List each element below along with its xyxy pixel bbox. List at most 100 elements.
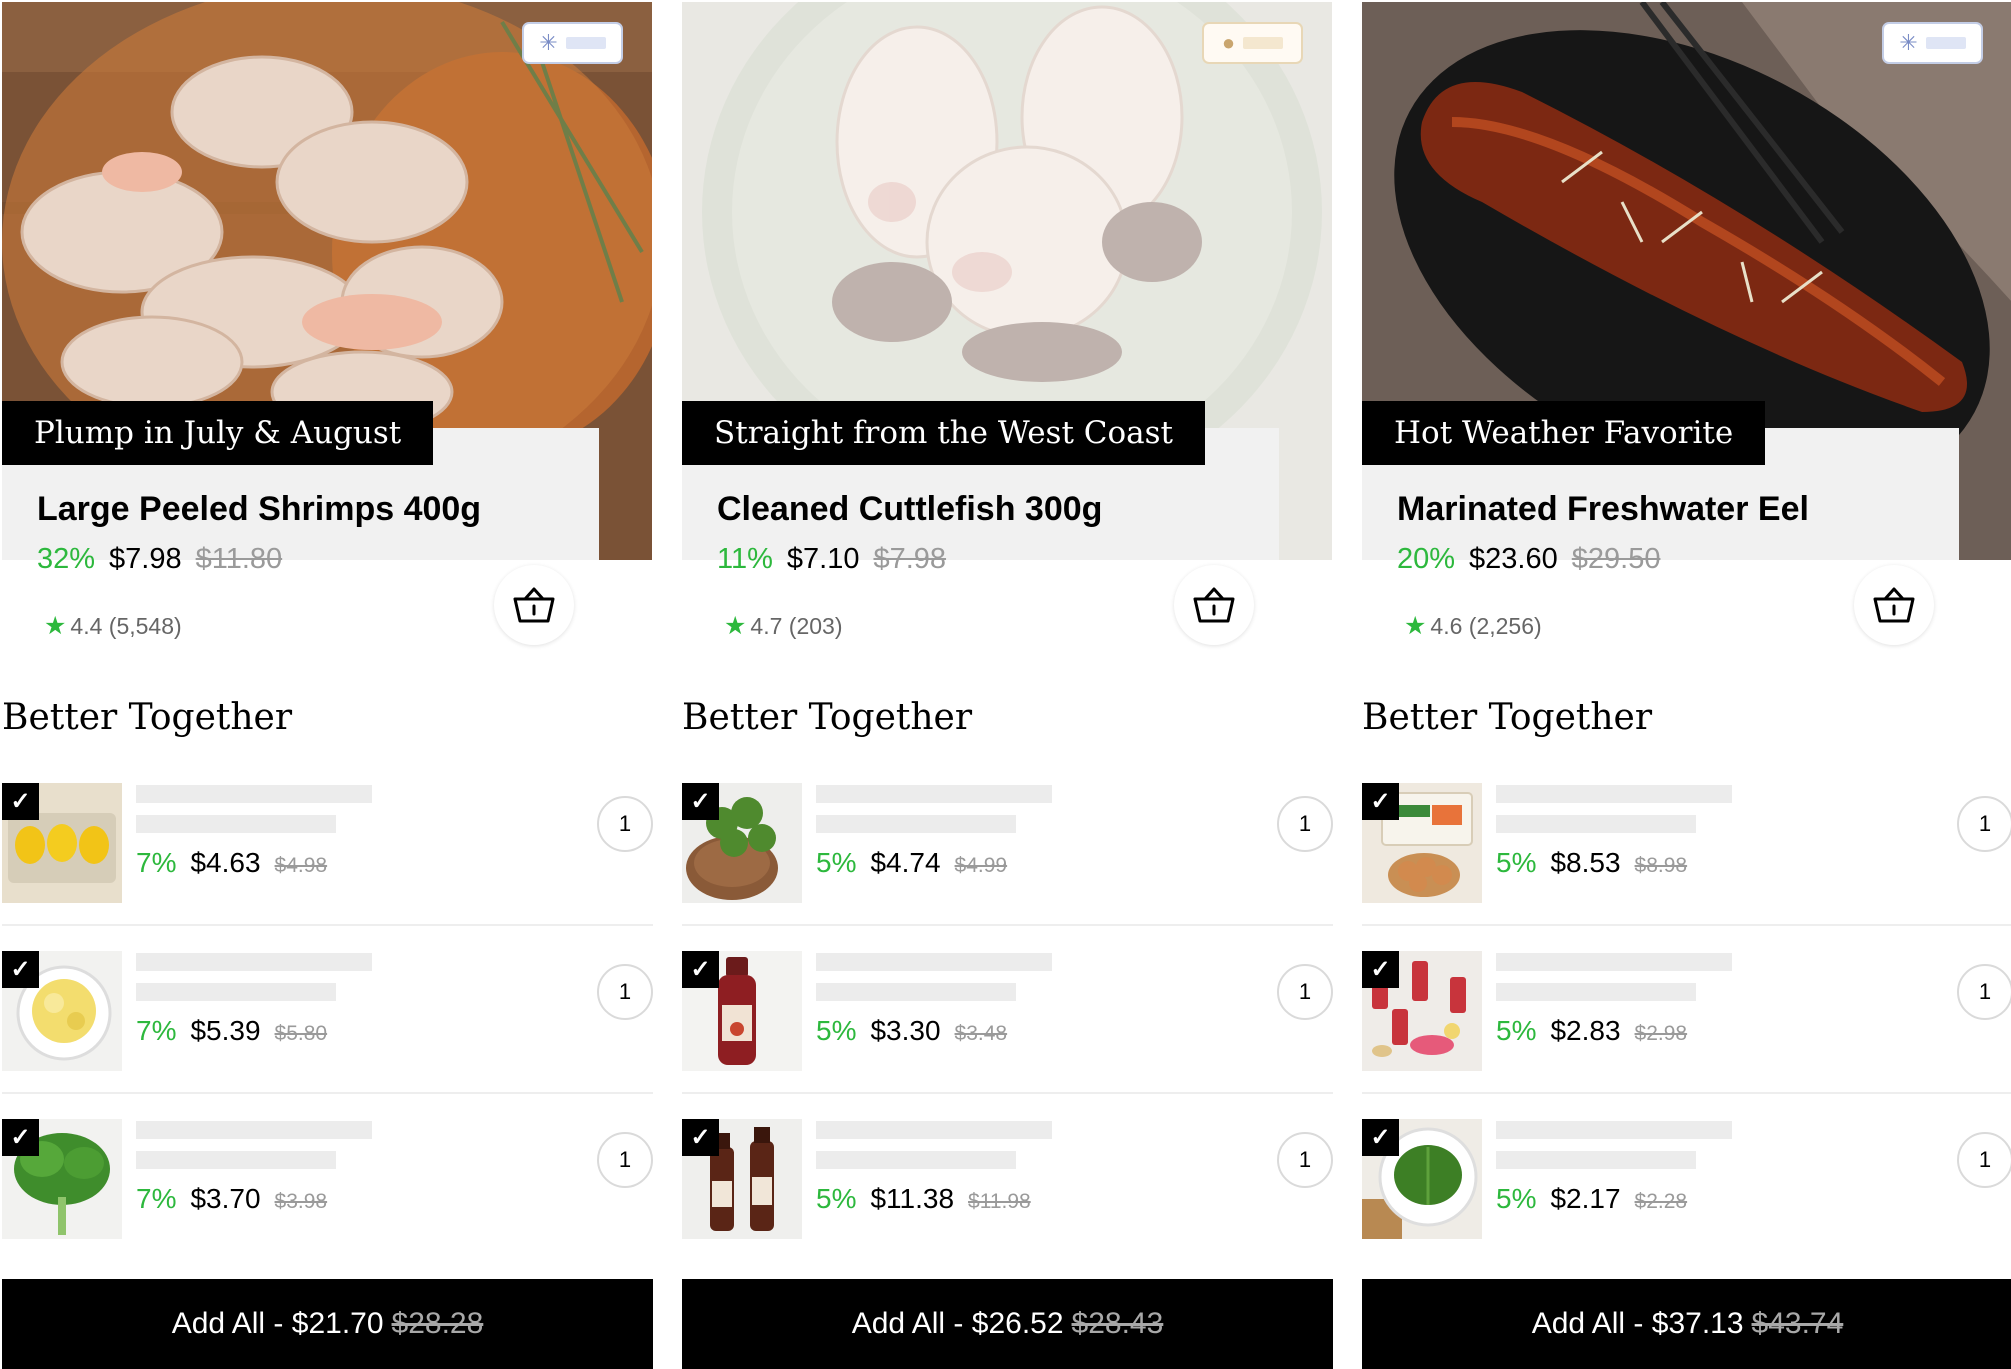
bundle-price: 5% $3.30 $3.48 xyxy=(816,1015,1007,1047)
bundle-price: 5% $4.74 $4.99 xyxy=(816,847,1007,879)
original-price: $11.80 xyxy=(195,543,283,575)
bundle-item: ✓ 5% $3.30 $3.48 1 xyxy=(682,951,1333,1071)
quantity-button[interactable]: 1 xyxy=(597,964,653,1020)
bundle-price: 5% $2.17 $2.28 xyxy=(1496,1183,1687,1215)
bundle-sale-price: $5.39 xyxy=(190,1015,261,1046)
product-name[interactable]: Large Peeled Shrimps 400g xyxy=(37,490,481,529)
bundle-item: ✓ 5% $2.83 $2.98 1 xyxy=(1362,951,2011,1071)
quantity-button[interactable]: 1 xyxy=(1277,796,1333,852)
checkbox-checked[interactable]: ✓ xyxy=(1362,1119,1399,1156)
checkbox-checked[interactable]: ✓ xyxy=(2,951,39,988)
skeleton-title xyxy=(1496,785,1732,803)
quantity-button[interactable]: 1 xyxy=(1277,964,1333,1020)
checkbox-checked[interactable]: ✓ xyxy=(2,1119,39,1156)
sale-price: $23.60 xyxy=(1469,543,1558,575)
bundle-item: ✓ 5% $8.53 $8.98 1 xyxy=(1362,783,2011,903)
bundle-original-price: $8.98 xyxy=(1634,854,1688,877)
snowflake-icon: ✳ xyxy=(539,30,558,55)
product-price: 32% $7.98 $11.80 xyxy=(37,543,282,576)
basket-icon xyxy=(1193,587,1235,623)
discount-percent: 11% xyxy=(717,543,773,575)
product-card-cuttlefish: ● Straight from the West Coast Cleaned C… xyxy=(682,0,1333,1369)
bundle-original-price: $4.98 xyxy=(274,854,328,877)
basket-icon xyxy=(1873,587,1915,623)
bundle-item: ✓ 7% $3.70 $3.98 1 xyxy=(2,1119,653,1239)
add-to-cart-button[interactable] xyxy=(1854,565,1934,645)
bundle-sale-price: $3.70 xyxy=(190,1183,261,1214)
checkbox-checked[interactable]: ✓ xyxy=(682,783,719,820)
original-price: $7.98 xyxy=(873,543,947,575)
checkbox-checked[interactable]: ✓ xyxy=(1362,951,1399,988)
bundle-sale-price: $3.30 xyxy=(870,1015,941,1046)
bundle-sale-price: $4.74 xyxy=(870,847,941,878)
quantity-button[interactable]: 1 xyxy=(1277,1132,1333,1188)
bundle-price: 5% $2.83 $2.98 xyxy=(1496,1015,1687,1047)
bundle-item: ✓ 5% $11.38 $11.98 1 xyxy=(682,1119,1333,1239)
quantity-button[interactable]: 1 xyxy=(1957,964,2011,1020)
checkbox-checked[interactable]: ✓ xyxy=(1362,783,1399,820)
chilled-badge: ● xyxy=(1202,22,1303,64)
star-icon: ★ xyxy=(724,612,747,640)
skeleton-title xyxy=(816,1121,1052,1139)
frozen-badge: ✳ xyxy=(522,22,623,64)
bundle-discount: 7% xyxy=(136,847,177,878)
original-price: $29.50 xyxy=(1571,543,1661,575)
bundle-sale-price: $2.17 xyxy=(1550,1183,1621,1214)
skeleton-subtitle xyxy=(1496,1151,1696,1169)
sale-price: $7.10 xyxy=(786,543,860,575)
bundle-original-price: $2.28 xyxy=(1634,1190,1688,1213)
checkbox-checked[interactable]: ✓ xyxy=(2,783,39,820)
add-all-button[interactable]: Add All - $37.13 $43.74 xyxy=(1362,1279,2011,1369)
skeleton-title xyxy=(136,785,372,803)
bundle-original-price: $5.80 xyxy=(274,1022,328,1045)
bundle-item: ✓ 5% $2.17 $2.28 1 xyxy=(1362,1119,2011,1239)
add-all-label: Add All - $21.70 xyxy=(171,1307,384,1340)
add-to-cart-button[interactable] xyxy=(494,565,574,645)
add-all-original-total: $43.74 xyxy=(1751,1307,1844,1340)
quantity-button[interactable]: 1 xyxy=(597,1132,653,1188)
product-hero[interactable]: ✳ xyxy=(1362,2,2011,560)
discount-percent: 32% xyxy=(37,543,96,575)
bundle-discount: 5% xyxy=(816,847,857,878)
sale-price: $7.98 xyxy=(109,543,182,575)
checkbox-checked[interactable]: ✓ xyxy=(682,951,719,988)
skeleton-title xyxy=(136,1121,372,1139)
product-hero[interactable]: ✳ xyxy=(2,2,652,560)
quantity-button[interactable]: 1 xyxy=(1957,1132,2011,1188)
product-tag: Plump in July & August xyxy=(2,401,434,465)
bundle-sale-price: $11.38 xyxy=(870,1183,955,1214)
rating: ★ 4.4 (5,548) xyxy=(44,611,182,641)
product-name[interactable]: Cleaned Cuttlefish 300g xyxy=(717,490,1102,529)
bundle-price: 7% $5.39 $5.80 xyxy=(136,1015,327,1047)
skeleton-title xyxy=(1496,953,1732,971)
quantity-button[interactable]: 1 xyxy=(1957,796,2011,852)
skeleton-subtitle xyxy=(816,815,1016,833)
quantity-button[interactable]: 1 xyxy=(597,796,653,852)
bundle-sale-price: $2.83 xyxy=(1550,1015,1621,1046)
add-to-cart-button[interactable] xyxy=(1174,565,1254,645)
divider xyxy=(682,924,1333,926)
bundle-original-price: $4.99 xyxy=(954,854,1008,877)
product-hero[interactable]: ● xyxy=(682,2,1332,560)
divider xyxy=(2,924,653,926)
bundle-sale-price: $4.63 xyxy=(190,847,261,878)
add-all-button[interactable]: Add All - $21.70 $28.28 xyxy=(2,1279,653,1369)
add-all-original-total: $28.28 xyxy=(391,1307,484,1340)
bundle-price: 5% $8.53 $8.98 xyxy=(1496,847,1687,879)
product-price: 20% $23.60 $29.50 xyxy=(1397,543,1660,576)
checkbox-checked[interactable]: ✓ xyxy=(682,1119,719,1156)
better-together-title: Better Together xyxy=(1362,697,1653,738)
skeleton-subtitle xyxy=(816,1151,1016,1169)
product-price: 11% $7.10 $7.98 xyxy=(717,543,946,576)
add-all-button[interactable]: Add All - $26.52 $28.43 xyxy=(682,1279,1333,1369)
better-together-title: Better Together xyxy=(2,697,293,738)
divider xyxy=(682,1092,1333,1094)
bundle-item: ✓ 7% $5.39 $5.80 1 xyxy=(2,951,653,1071)
bundle-discount: 5% xyxy=(1496,847,1537,878)
bundle-price: 7% $3.70 $3.98 xyxy=(136,1183,327,1215)
skeleton-subtitle xyxy=(1496,815,1696,833)
product-name[interactable]: Marinated Freshwater Eel xyxy=(1397,490,1809,529)
bundle-item: ✓ 7% $4.63 $4.98 1 xyxy=(2,783,653,903)
bundle-price: 5% $11.38 $11.98 xyxy=(816,1183,1031,1215)
divider xyxy=(1362,924,2011,926)
